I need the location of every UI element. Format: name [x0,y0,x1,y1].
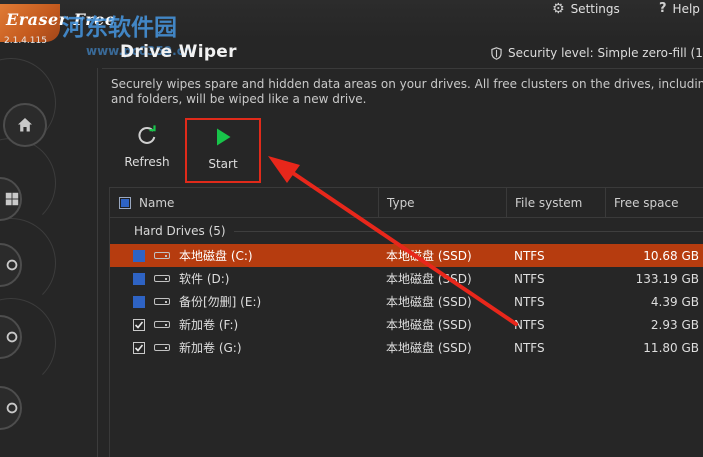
page-title: Drive Wiper [120,42,237,62]
row-checkbox[interactable] [133,341,145,354]
drive-icon [154,321,170,328]
table-row[interactable]: 本地磁盘 (C:) 本地磁盘 (SSD) NTFS 10.68 GB [110,244,703,267]
row-checkbox[interactable] [133,318,145,331]
table-row[interactable]: 软件 (D:) 本地磁盘 (SSD) NTFS 133.19 GB [110,267,703,290]
row-name-cell: 备份[勿删] (E:) [133,293,261,310]
checkmark-icon [134,343,144,352]
table-row[interactable]: 新加卷 (G:) 本地磁盘 (SSD) NTFS 11.80 GB [110,336,703,359]
gear-icon: ⚙ [552,1,565,17]
row-free-space: 11.80 GB [643,340,699,355]
row-type: 本地磁盘 (SSD) [386,295,472,309]
play-icon [217,128,231,146]
column-name-label: Name [139,196,175,210]
settings-label: Settings [570,2,620,16]
row-name-cell: 新加卷 (F:) [133,316,238,333]
checkmark-icon [134,320,144,329]
column-type-label: Type [387,196,415,210]
windows-icon [5,192,19,206]
circle-icon [6,331,18,343]
row-file-system: NTFS [514,317,545,332]
security-level[interactable]: Security level: Simple zero-fill (1 pa [491,46,703,60]
help-link[interactable]: ? Help [659,1,700,16]
group-divider [233,231,703,232]
group-label: Hard Drives (5) [134,224,226,238]
home-icon [18,118,32,132]
column-type[interactable]: Type [378,188,506,218]
row-name: 本地磁盘 (C:) [179,249,253,263]
refresh-icon [138,125,156,144]
row-type: 本地磁盘 (SSD) [386,249,472,263]
start-label: Start [208,157,238,171]
shield-icon [491,46,502,60]
description-line-2: and folders, will be wiped like a new dr… [111,92,367,106]
row-file-system: NTFS [514,248,545,263]
question-icon: ? [659,1,667,16]
row-name-cell: 新加卷 (G:) [133,339,242,356]
settings-link[interactable]: ⚙ Settings [552,1,620,17]
drive-icon [154,344,170,351]
select-all-checkbox[interactable] [119,197,131,209]
sidebar-item-home[interactable] [3,103,47,147]
row-name: 备份[勿删] (E:) [179,295,262,309]
row-file-system: NTFS [514,340,545,355]
drive-icon [154,275,170,282]
row-file-system: NTFS [514,271,545,286]
start-button[interactable]: Start [185,118,261,183]
row-free-space: 2.93 GB [650,317,699,332]
row-name: 新加卷 (F:) [179,318,239,332]
refresh-label: Refresh [124,155,170,169]
row-type: 本地磁盘 (SSD) [386,272,472,286]
group-header: Hard Drives (5) [110,221,703,241]
row-checkbox[interactable] [133,295,145,308]
circle-icon [6,402,18,414]
row-name-cell: 本地磁盘 (C:) [133,247,253,264]
description-line-1: Securely wipes spare and hidden data are… [111,77,703,91]
row-type: 本地磁盘 (SSD) [386,318,472,332]
refresh-button[interactable]: Refresh [110,118,184,182]
row-name-cell: 软件 (D:) [133,270,229,287]
table-row[interactable]: 备份[勿删] (E:) 本地磁盘 (SSD) NTFS 4.39 GB [110,290,703,313]
row-file-system: NTFS [514,294,545,309]
row-checkbox[interactable] [133,249,145,262]
sidebar [0,58,100,457]
help-label: Help [672,1,700,16]
table-row[interactable]: 新加卷 (F:) 本地磁盘 (SSD) NTFS 2.93 GB [110,313,703,336]
column-file-system[interactable]: File system [506,188,605,218]
column-file-system-label: File system [515,196,583,210]
row-name: 新加卷 (G:) [179,341,242,355]
row-free-space: 4.39 GB [650,294,699,309]
drive-icon [154,252,170,259]
divider [102,68,703,69]
row-checkbox[interactable] [133,272,145,285]
table-header: Name Type File system Free space [110,188,703,218]
watermark-text: 河东软件园 [62,15,177,41]
column-free-space[interactable]: Free space [605,188,703,218]
row-free-space: 10.68 GB [643,248,699,263]
row-name: 软件 (D:) [179,272,230,286]
description: Securely wipes spare and hidden data are… [111,77,703,107]
column-name[interactable]: Name [110,188,378,218]
drive-icon [154,298,170,305]
column-free-space-label: Free space [614,196,679,210]
app-version: 2.1.4.115 [4,36,47,46]
row-type: 本地磁盘 (SSD) [386,341,472,355]
circle-icon [6,259,18,271]
security-label: Security level: Simple zero-fill (1 pa [508,46,703,60]
drive-table: Name Type File system Free space Hard Dr… [109,187,703,457]
row-free-space: 133.19 GB [635,271,699,286]
